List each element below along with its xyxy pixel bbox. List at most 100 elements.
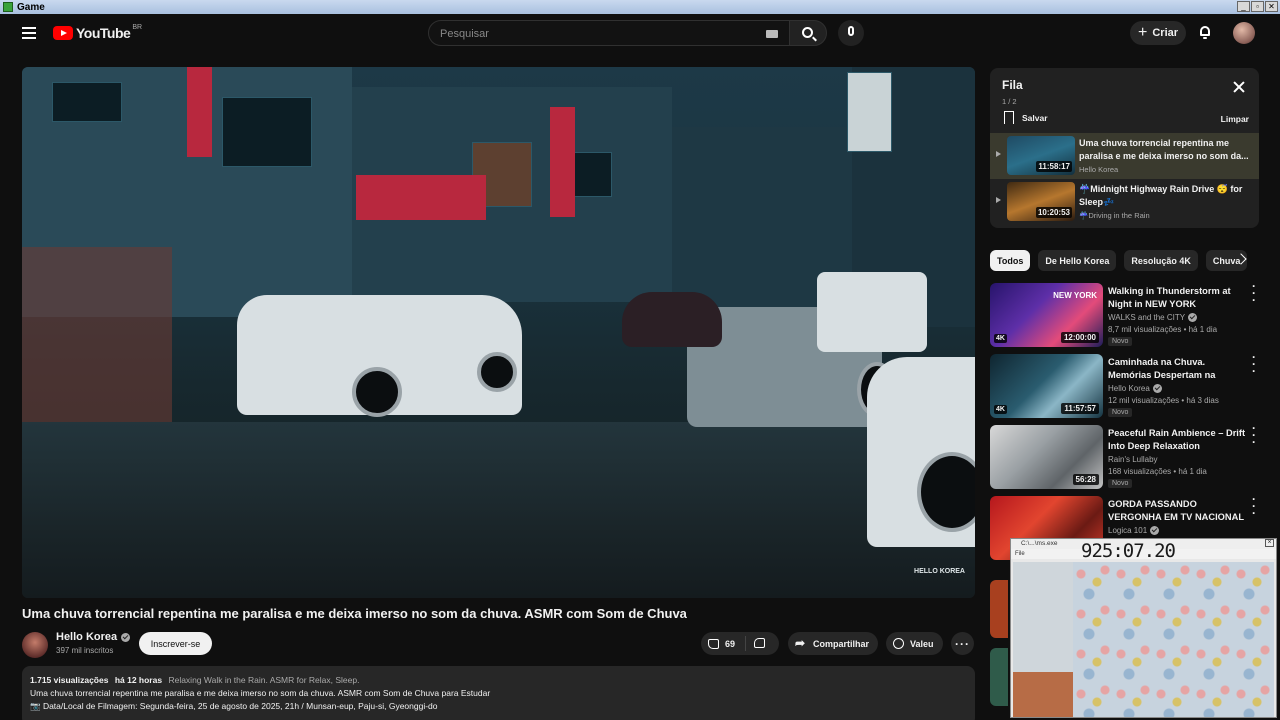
video-duration: 12:00:00: [1060, 332, 1099, 343]
video-title: Walking in Thunderstorm at Night in NEW …: [1108, 286, 1231, 309]
video-stats: 12 mil visualizações • há 3 dias: [1108, 396, 1219, 405]
video-channel: Rain's Lullaby: [1108, 455, 1158, 464]
description-tags: Relaxing Walk in the Rain. ASMR for Rela…: [168, 675, 360, 685]
clear-queue-button[interactable]: Limpar: [1221, 114, 1249, 124]
channel-label: Hello Korea: [1108, 384, 1150, 393]
webcam-close-button[interactable]: ×: [1265, 539, 1274, 547]
verified-icon: [1152, 384, 1162, 393]
recommended-video[interactable]: 56:28 Peaceful Rain Ambience – Drift Int…: [990, 422, 1260, 489]
chip-4k[interactable]: Resolução 4K: [1124, 250, 1198, 271]
share-label: Compartilhar: [813, 638, 870, 649]
webcam-feed: [1013, 562, 1274, 717]
video-player[interactable]: HELLO KOREA: [22, 67, 975, 598]
filter-chips: Todos De Hello Korea Resolução 4K Chuva: [990, 250, 1260, 272]
recommended-video[interactable]: 4K 12:00:00 NEW YORK Walking in Thunders…: [990, 280, 1260, 347]
video-stats: 8,7 mil visualizações • há 1 dia: [1108, 325, 1218, 334]
more-options-icon[interactable]: · · ·: [1252, 422, 1256, 448]
queue-duration: 11:58:17: [1036, 161, 1072, 172]
thanks-label: Valeu: [910, 638, 934, 649]
youtube-play-icon: [53, 26, 73, 40]
channel-avatar[interactable]: [22, 632, 48, 658]
subscriber-count: 397 mil inscritos: [56, 646, 114, 655]
queue-item-channel: ☔Driving in the Rain: [1079, 211, 1150, 220]
plus-icon: +: [1138, 24, 1148, 41]
video-channel: WALKS and the CITY: [1108, 313, 1198, 322]
description-line-1: Uma chuva torrencial repentina me parali…: [30, 688, 491, 698]
video-duration: 56:28: [1072, 474, 1099, 485]
youtube-logo[interactable]: YouTube BR: [53, 23, 143, 41]
new-badge: Novo: [1108, 408, 1133, 417]
queue-item-title: ☔Midnight Highway Rain Drive 😴 for Sleep…: [1079, 184, 1243, 207]
like-button[interactable]: 69: [701, 636, 747, 651]
channel-label: WALKS and the CITY: [1108, 313, 1186, 322]
search-icon: [802, 27, 813, 38]
bookmark-icon: [1004, 111, 1014, 127]
description-box[interactable]: 1.715 visualizações há 12 horas Relaxing…: [22, 666, 975, 720]
quality-badge: 4K: [994, 334, 1007, 343]
webcam-overlay-window[interactable]: C:\...\ms.exe × File 925:07.20: [1010, 538, 1277, 718]
more-options-icon[interactable]: · · ·: [1252, 280, 1256, 306]
create-button[interactable]: + Criar: [1130, 21, 1186, 45]
more-actions-button[interactable]: ···: [951, 632, 974, 655]
video-title: Peaceful Rain Ambience – Drift Into Deep…: [1108, 428, 1246, 451]
dislike-button[interactable]: [746, 637, 773, 650]
play-icon: [996, 197, 1001, 203]
quality-badge: 4K: [994, 405, 1007, 414]
thumbs-up-icon: [708, 638, 719, 649]
thumbnail-text: NEW YORK: [1053, 291, 1097, 300]
search-button[interactable]: [789, 20, 827, 46]
chip-all[interactable]: Todos: [990, 250, 1031, 271]
video-thumbnail: 56:28: [990, 425, 1103, 489]
queue-item-channel: Hello Korea: [1079, 165, 1119, 174]
channel-name: Hello Korea: [56, 631, 118, 643]
queue-item-title: Uma chuva torrencial repentina me parali…: [1079, 138, 1249, 161]
search-input[interactable]: Pesquisar: [428, 20, 790, 46]
new-badge: Novo: [1108, 337, 1133, 346]
window-titlebar: Game _ ▫ ✕: [0, 0, 1280, 14]
youtube-header: YouTube BR Pesquisar + Criar: [0, 14, 1280, 54]
create-label: Criar: [1152, 27, 1179, 39]
video-channel: Logica 101: [1108, 526, 1160, 535]
notifications-bell-icon[interactable]: [1198, 25, 1212, 39]
share-button[interactable]: Compartilhar: [788, 632, 878, 655]
region-code: BR: [132, 23, 143, 31]
channel-watermark: HELLO KOREA: [914, 568, 965, 575]
like-dislike-group: 69: [701, 632, 779, 655]
keyboard-icon[interactable]: [766, 30, 778, 38]
chip-from-channel[interactable]: De Hello Korea: [1038, 250, 1117, 271]
more-options-icon[interactable]: · · ·: [1252, 493, 1256, 519]
channel-label: Logica 101: [1108, 526, 1148, 535]
close-queue-icon[interactable]: [1233, 81, 1245, 93]
queue-item[interactable]: 11:58:17 Uma chuva torrencial repentina …: [990, 133, 1259, 179]
microphone-icon: [848, 26, 854, 36]
thanks-button[interactable]: Valeu: [886, 632, 943, 655]
queue-title: Fila: [1002, 78, 1023, 92]
account-avatar[interactable]: [1233, 22, 1255, 44]
video-stats: 168 visualizações • há 1 dia: [1108, 467, 1207, 476]
queue-panel: Fila 1 / 2 Salvar Limpar 11:58:17 Uma ch…: [990, 68, 1259, 228]
queue-item[interactable]: 10:20:53 ☔Midnight Highway Rain Drive 😴 …: [990, 179, 1259, 225]
window-title: Game: [17, 1, 45, 13]
maximize-button[interactable]: ▫: [1251, 1, 1264, 12]
minimize-button[interactable]: _: [1237, 1, 1250, 12]
channel-name-link[interactable]: Hello Korea: [56, 631, 131, 643]
more-options-icon[interactable]: · · ·: [1252, 351, 1256, 377]
menu-icon[interactable]: [22, 27, 36, 39]
queue-count: 1 / 2: [1002, 97, 1017, 106]
logo-text: YouTube: [76, 25, 131, 41]
subscribe-button[interactable]: Inscrever-se: [139, 632, 212, 655]
video-title: Caminhada na Chuva. Memórias Despertam n…: [1108, 357, 1216, 380]
recommended-video[interactable]: 4K 11:57:57 Caminhada na Chuva. Memórias…: [990, 351, 1260, 418]
video-duration: 11:57:57: [1061, 403, 1099, 414]
view-count: 1.715 visualizações: [30, 675, 109, 685]
verified-icon: [1188, 313, 1198, 322]
save-queue-button[interactable]: Salvar: [1004, 111, 1048, 127]
close-window-button[interactable]: ✕: [1265, 1, 1278, 12]
upload-age: há 12 horas: [114, 675, 163, 685]
app-icon: [3, 2, 13, 12]
verified-icon: [121, 632, 131, 642]
voice-search-button[interactable]: [838, 20, 864, 46]
hidden-thumbnail[interactable]: [990, 648, 1008, 706]
hidden-thumbnail[interactable]: [990, 580, 1008, 638]
queue-thumbnail: 11:58:17: [1007, 136, 1075, 175]
